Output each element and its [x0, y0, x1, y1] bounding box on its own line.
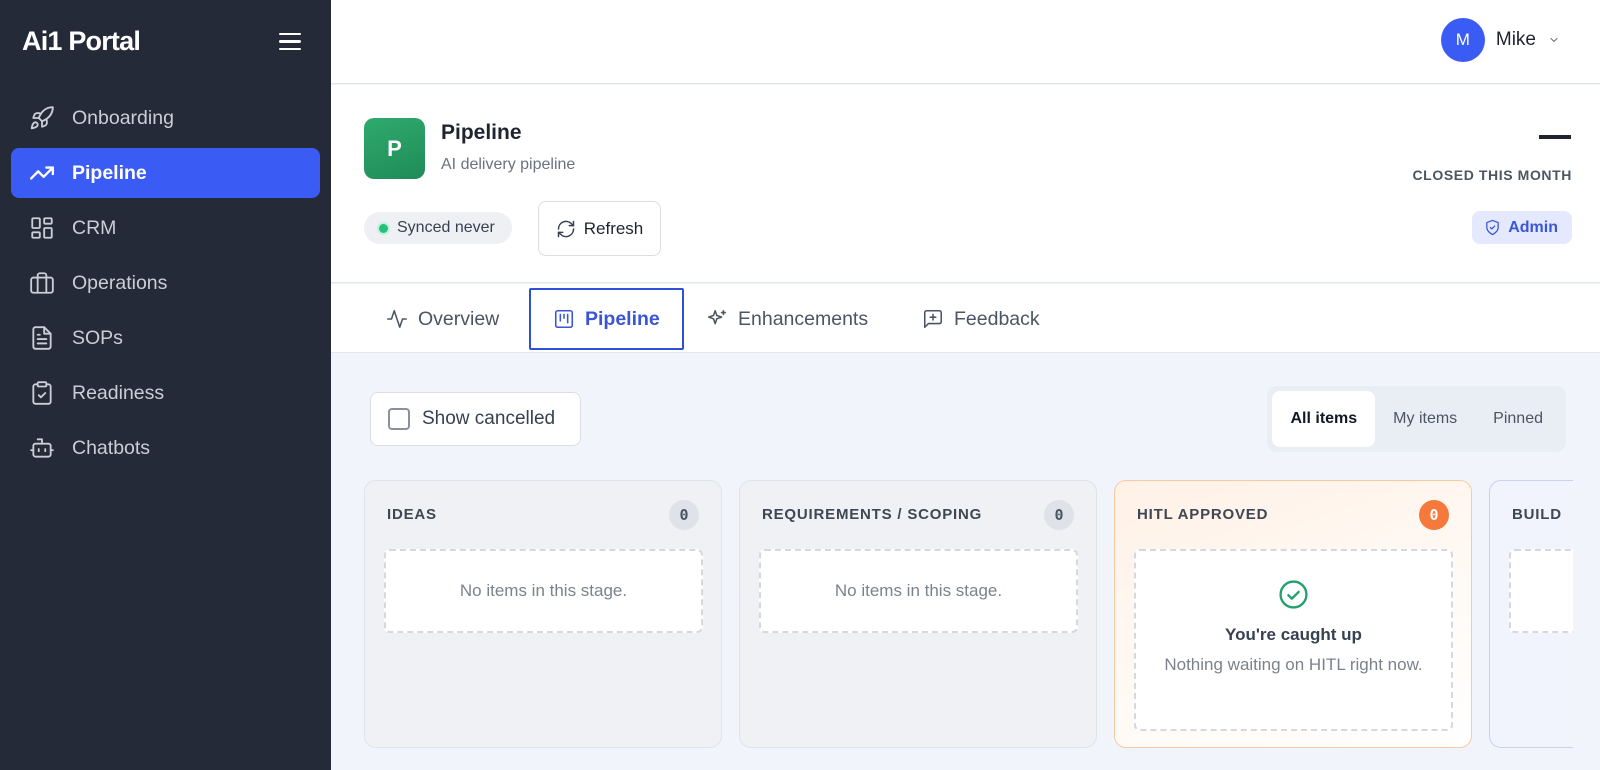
dashboard-grid-icon: [28, 214, 56, 242]
stage-count-badge: 0: [1044, 500, 1074, 530]
show-cancelled-label: Show cancelled: [422, 408, 556, 429]
refresh-button[interactable]: Refresh: [538, 201, 661, 256]
caught-up-title: You're caught up: [1225, 625, 1362, 644]
stage-title: HITL APPROVED: [1137, 506, 1269, 523]
sidebar-item-label: Pipeline: [72, 161, 147, 184]
sidebar-item-sops[interactable]: SOPs: [11, 313, 320, 363]
stage-column-hitl-approved: HITL APPROVED 0 You're caught up Nothing…: [1114, 480, 1472, 748]
tab-feedback[interactable]: Feedback: [900, 288, 1062, 350]
empty-stage-placeholder: [1509, 549, 1573, 633]
avatar[interactable]: M: [1440, 18, 1485, 62]
item-filter-segmented-control: All items My items Pinned: [1267, 386, 1566, 452]
sidebar-item-label: Readiness: [72, 381, 165, 404]
tab-pipeline[interactable]: Pipeline: [529, 288, 684, 350]
sync-status-badge: Synced never: [364, 212, 512, 244]
brand-logo[interactable]: Ai1 Portal: [22, 26, 141, 57]
sidebar-item-label: SOPs: [72, 326, 123, 349]
sidebar-item-readiness[interactable]: Readiness: [11, 368, 320, 418]
top-bar: M Mike: [331, 0, 1600, 84]
stage-column-build: BUILD: [1489, 480, 1573, 748]
sidebar-item-label: Operations: [72, 271, 168, 294]
show-cancelled-toggle[interactable]: Show cancelled: [370, 392, 581, 446]
page-title: Pipeline: [441, 121, 522, 144]
closed-this-month-value: [1539, 135, 1571, 139]
activity-icon: [387, 309, 407, 329]
trending-up-icon: [28, 159, 56, 187]
sync-status-text: Synced never: [397, 219, 495, 236]
sidebar-item-crm[interactable]: CRM: [11, 203, 320, 253]
sidebar-item-label: Chatbots: [72, 436, 151, 459]
tab-label: Enhancements: [738, 307, 869, 330]
tab-label: Pipeline: [585, 307, 660, 330]
stage-count-badge: 0: [669, 500, 699, 530]
role-label: Admin: [1508, 218, 1558, 236]
sidebar-item-label: Onboarding: [72, 106, 174, 129]
filter-my-items[interactable]: My items: [1375, 391, 1475, 447]
briefcase-icon: [28, 269, 56, 297]
tab-overview[interactable]: Overview: [364, 288, 521, 350]
stage-column-ideas: IDEAS 0 No items in this stage.: [364, 480, 722, 748]
tab-label: Feedback: [954, 307, 1040, 330]
refresh-label: Refresh: [583, 218, 644, 238]
pipeline-board: IDEAS 0 No items in this stage. REQUIREM…: [364, 480, 1573, 748]
user-name[interactable]: Mike: [1496, 29, 1536, 51]
empty-stage-placeholder: No items in this stage.: [384, 549, 703, 633]
stage-title: REQUIREMENTS / SCOPING: [762, 506, 983, 523]
sparkles-icon: [707, 309, 727, 325]
status-dot-icon: [379, 223, 388, 233]
caught-up-card: You're caught up Nothing waiting on HITL…: [1134, 549, 1453, 731]
app-badge: P: [364, 118, 425, 179]
chevron-down-icon[interactable]: [1548, 34, 1560, 46]
sidebar-item-operations[interactable]: Operations: [11, 258, 320, 308]
sidebar: Ai1 Portal Onboarding Pipeline CRM Opera…: [0, 0, 331, 770]
stage-title: BUILD: [1512, 506, 1562, 523]
show-cancelled-checkbox[interactable]: [388, 408, 410, 430]
closed-this-month-label: CLOSED THIS MONTH: [1412, 167, 1572, 183]
stage-count-badge: 0: [1419, 500, 1449, 530]
bot-icon: [28, 434, 56, 462]
sidebar-item-onboarding[interactable]: Onboarding: [11, 93, 320, 143]
stage-column-requirements: REQUIREMENTS / SCOPING 0 No items in thi…: [739, 480, 1097, 748]
tab-label: Overview: [418, 307, 500, 330]
sidebar-item-label: CRM: [72, 216, 117, 239]
empty-stage-placeholder: No items in this stage.: [759, 549, 1078, 633]
caught-up-message: Nothing waiting on HITL right now.: [1164, 655, 1423, 674]
sidebar-item-chatbots[interactable]: Chatbots: [11, 423, 320, 473]
tab-enhancements[interactable]: Enhancements: [684, 288, 890, 350]
shield-check-icon: [1486, 219, 1500, 236]
tab-bar: Overview Pipeline Enhancements Feedback: [331, 284, 1600, 353]
role-badge: Admin: [1472, 211, 1572, 244]
check-circle-icon: [1279, 580, 1308, 609]
user-menu[interactable]: M Mike: [1440, 18, 1560, 62]
sidebar-item-pipeline[interactable]: Pipeline: [11, 148, 320, 198]
message-plus-icon: [923, 309, 943, 329]
filter-all-items[interactable]: All items: [1272, 391, 1376, 447]
hamburger-icon[interactable]: [277, 29, 303, 53]
clipboard-check-icon: [28, 379, 56, 407]
filter-pinned[interactable]: Pinned: [1475, 391, 1561, 447]
kanban-icon: [554, 309, 574, 329]
rocket-icon: [28, 104, 56, 132]
page-subtitle: AI delivery pipeline: [441, 156, 576, 173]
refresh-icon: [557, 220, 574, 237]
document-icon: [28, 324, 56, 352]
stage-title: IDEAS: [387, 506, 437, 523]
sidebar-nav: Onboarding Pipeline CRM Operations SOPs …: [11, 93, 320, 478]
page-header: P Pipeline AI delivery pipeline Synced n…: [331, 85, 1600, 283]
